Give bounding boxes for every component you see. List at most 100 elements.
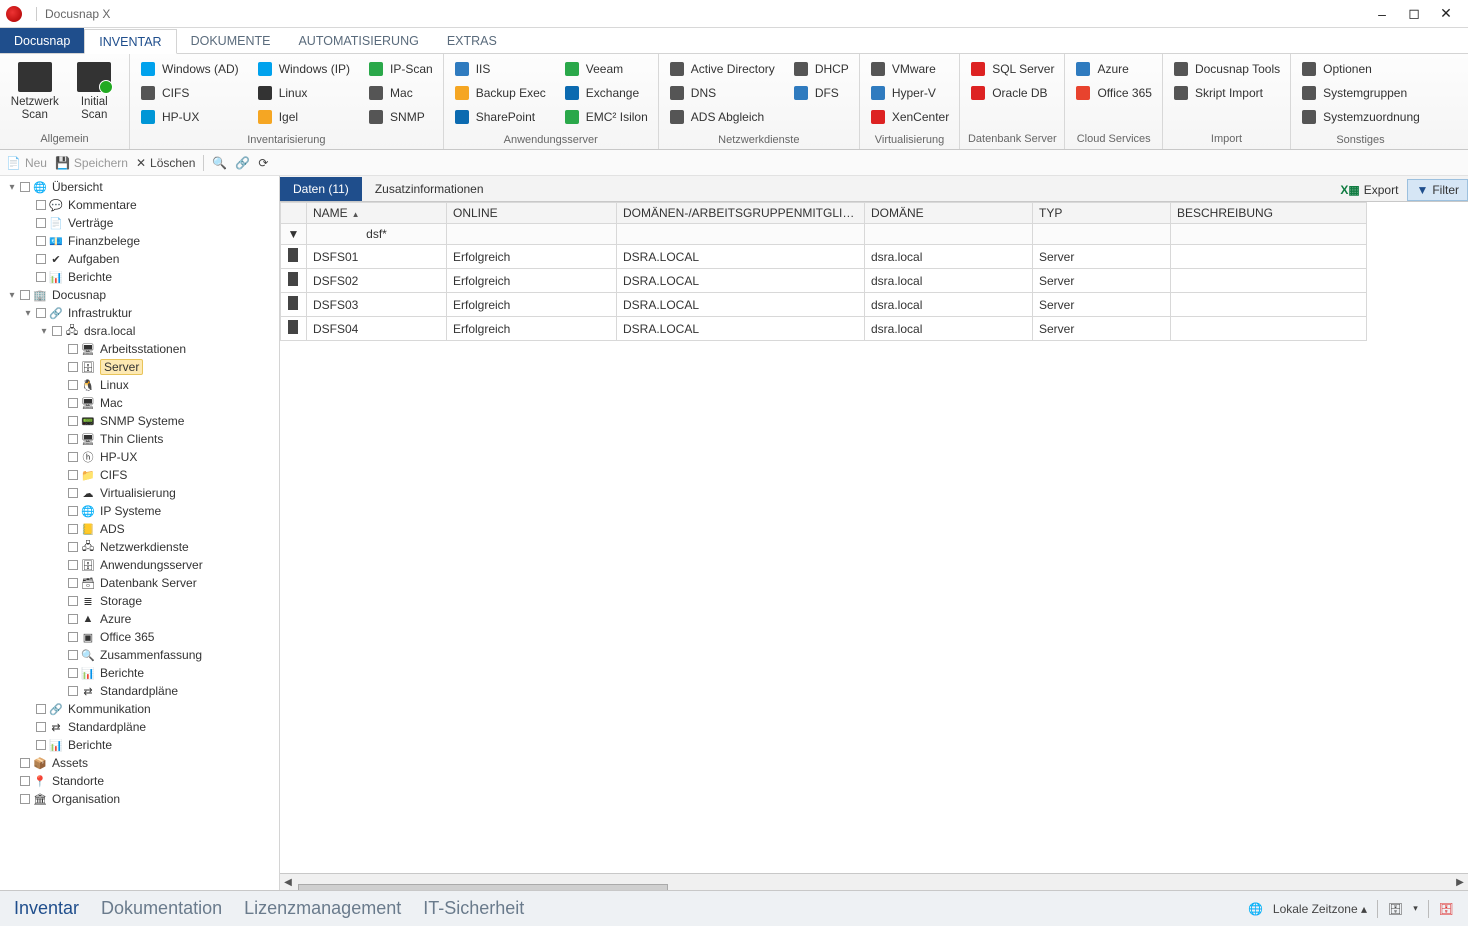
ribbon-item[interactable]: Exchange xyxy=(562,82,650,104)
ribbon-item[interactable]: Active Directory xyxy=(667,58,777,80)
ribbon-item[interactable]: Linux xyxy=(255,82,352,104)
ribbon-item[interactable]: XenCenter xyxy=(868,106,951,128)
checkbox[interactable] xyxy=(68,380,78,390)
checkbox[interactable] xyxy=(20,182,30,192)
search-icon[interactable]: 🔍 xyxy=(212,156,227,170)
checkbox[interactable] xyxy=(68,578,78,588)
ribbon-item[interactable]: VMware xyxy=(868,58,951,80)
tab-extras[interactable]: EXTRAS xyxy=(433,28,511,53)
ribbon-item[interactable]: Oracle DB xyxy=(968,82,1056,104)
column-header[interactable]: NAME▲ xyxy=(307,203,447,224)
ribbon-item[interactable]: Systemzuordnung xyxy=(1299,106,1422,128)
checkbox[interactable] xyxy=(68,542,78,552)
scroll-right-icon[interactable]: ▶ xyxy=(1452,877,1468,888)
ribbon-item[interactable]: Mac xyxy=(366,82,435,104)
checkbox[interactable] xyxy=(68,434,78,444)
tab-zusatz[interactable]: Zusatzinformationen xyxy=(362,177,497,201)
close-button[interactable]: ✕ xyxy=(1430,4,1462,24)
ribbon-item[interactable]: SharePoint xyxy=(452,106,548,128)
link-icon[interactable]: 🔗 xyxy=(235,156,250,170)
tree-node[interactable]: 🗄Anwendungsserver xyxy=(0,556,279,574)
footer-lizenz[interactable]: Lizenzmanagement xyxy=(244,898,401,919)
ribbon-item[interactable]: Hyper-V xyxy=(868,82,951,104)
tab-automatisierung[interactable]: AUTOMATISIERUNG xyxy=(284,28,432,53)
table-row[interactable]: DSFS02ErfolgreichDSRA.LOCALdsra.localSer… xyxy=(281,269,1367,293)
db-status-dropdown-icon[interactable]: ▾ xyxy=(1413,903,1418,914)
column-header[interactable]: BESCHREIBUNG xyxy=(1171,203,1367,224)
column-header[interactable]: ONLINE xyxy=(447,203,617,224)
tree-node[interactable]: ☁Virtualisierung xyxy=(0,484,279,502)
tab-daten[interactable]: Daten (11) xyxy=(280,177,362,201)
tab-dokumente[interactable]: DOKUMENTE xyxy=(177,28,285,53)
tree-node[interactable]: ▾🌐Übersicht xyxy=(0,178,279,196)
checkbox[interactable] xyxy=(68,506,78,516)
filter-button[interactable]: ▼ Filter xyxy=(1407,179,1468,201)
ribbon-item[interactable]: SNMP xyxy=(366,106,435,128)
tree-node[interactable]: 🐧Linux xyxy=(0,376,279,394)
footer-dokumentation[interactable]: Dokumentation xyxy=(101,898,222,919)
filter-online[interactable] xyxy=(447,224,617,245)
table-row[interactable]: DSFS04ErfolgreichDSRA.LOCALdsra.localSer… xyxy=(281,317,1367,341)
checkbox[interactable] xyxy=(68,416,78,426)
ribbon-item[interactable]: DHCP xyxy=(791,58,851,80)
checkbox[interactable] xyxy=(68,596,78,606)
minimize-button[interactable]: – xyxy=(1366,4,1398,24)
tree-node[interactable]: ≣Storage xyxy=(0,592,279,610)
table-row[interactable]: DSFS01ErfolgreichDSRA.LOCALdsra.localSer… xyxy=(281,245,1367,269)
save-button[interactable]: 💾 Speichern xyxy=(55,156,128,170)
tree-node[interactable]: ⇄Standardpläne xyxy=(0,682,279,700)
checkbox[interactable] xyxy=(36,722,46,732)
netzwerk-scan-button[interactable]: Netzwerk Scan xyxy=(8,58,62,122)
ribbon-item[interactable]: Windows (IP) xyxy=(255,58,352,80)
alert-status-icon[interactable]: 🗄 xyxy=(1439,902,1454,916)
checkbox[interactable] xyxy=(68,488,78,498)
checkbox[interactable] xyxy=(20,794,30,804)
filter-name[interactable]: dsf* xyxy=(307,224,447,245)
checkbox[interactable] xyxy=(36,218,46,228)
checkbox[interactable] xyxy=(68,686,78,696)
tree-node[interactable]: 📊Berichte xyxy=(0,736,279,754)
tree-node[interactable]: 🖥Thin Clients xyxy=(0,430,279,448)
scroll-thumb[interactable] xyxy=(298,884,668,890)
initial-scan-button[interactable]: Initial Scan xyxy=(68,58,122,122)
expand-icon[interactable]: ▾ xyxy=(38,326,50,337)
footer-itsicherheit[interactable]: IT-Sicherheit xyxy=(423,898,524,919)
tree-node[interactable]: 🖥Mac xyxy=(0,394,279,412)
timezone-label[interactable]: Lokale Zeitzone ▴ xyxy=(1273,902,1367,916)
checkbox[interactable] xyxy=(68,452,78,462)
checkbox[interactable] xyxy=(68,614,78,624)
export-button[interactable]: X▦ Export xyxy=(1331,179,1407,201)
ribbon-item[interactable]: SQL Server xyxy=(968,58,1056,80)
filter-domain[interactable] xyxy=(865,224,1033,245)
ribbon-item[interactable]: Office 365 xyxy=(1073,82,1153,104)
ribbon-item[interactable]: EMC² Isilon xyxy=(562,106,650,128)
tree-node[interactable]: 🗃Datenbank Server xyxy=(0,574,279,592)
checkbox[interactable] xyxy=(68,668,78,678)
tree-node[interactable]: ✔Aufgaben xyxy=(0,250,279,268)
tree-node[interactable]: ▾🏢Docusnap xyxy=(0,286,279,304)
checkbox[interactable] xyxy=(20,290,30,300)
checkbox[interactable] xyxy=(20,758,30,768)
column-header[interactable]: DOMÄNEN-/ARBEITSGRUPPENMITGLIEDSCHA... xyxy=(617,203,865,224)
expand-icon[interactable]: ▾ xyxy=(22,308,34,319)
funnel-icon[interactable]: ▼ xyxy=(281,224,307,245)
ribbon-item[interactable]: Docusnap Tools xyxy=(1171,58,1282,80)
ribbon-item[interactable]: DNS xyxy=(667,82,777,104)
filter-member[interactable] xyxy=(617,224,865,245)
tree-node[interactable]: 🖥Arbeitsstationen xyxy=(0,340,279,358)
ribbon-item[interactable]: DFS xyxy=(791,82,851,104)
checkbox[interactable] xyxy=(52,326,62,336)
checkbox[interactable] xyxy=(68,632,78,642)
tree-node[interactable]: 📁CIFS xyxy=(0,466,279,484)
checkbox[interactable] xyxy=(36,254,46,264)
ribbon-item[interactable]: Azure xyxy=(1073,58,1153,80)
tree-node[interactable]: 💶Finanzbelege xyxy=(0,232,279,250)
checkbox[interactable] xyxy=(36,740,46,750)
db-status-icon[interactable]: 🗄 xyxy=(1388,902,1403,916)
checkbox[interactable] xyxy=(36,236,46,246)
tree-node[interactable]: ▾🔗Infrastruktur xyxy=(0,304,279,322)
ribbon-item[interactable]: IP-Scan xyxy=(366,58,435,80)
checkbox[interactable] xyxy=(68,560,78,570)
tree-node[interactable]: 🏛Organisation xyxy=(0,790,279,808)
filter-beschr[interactable] xyxy=(1171,224,1367,245)
